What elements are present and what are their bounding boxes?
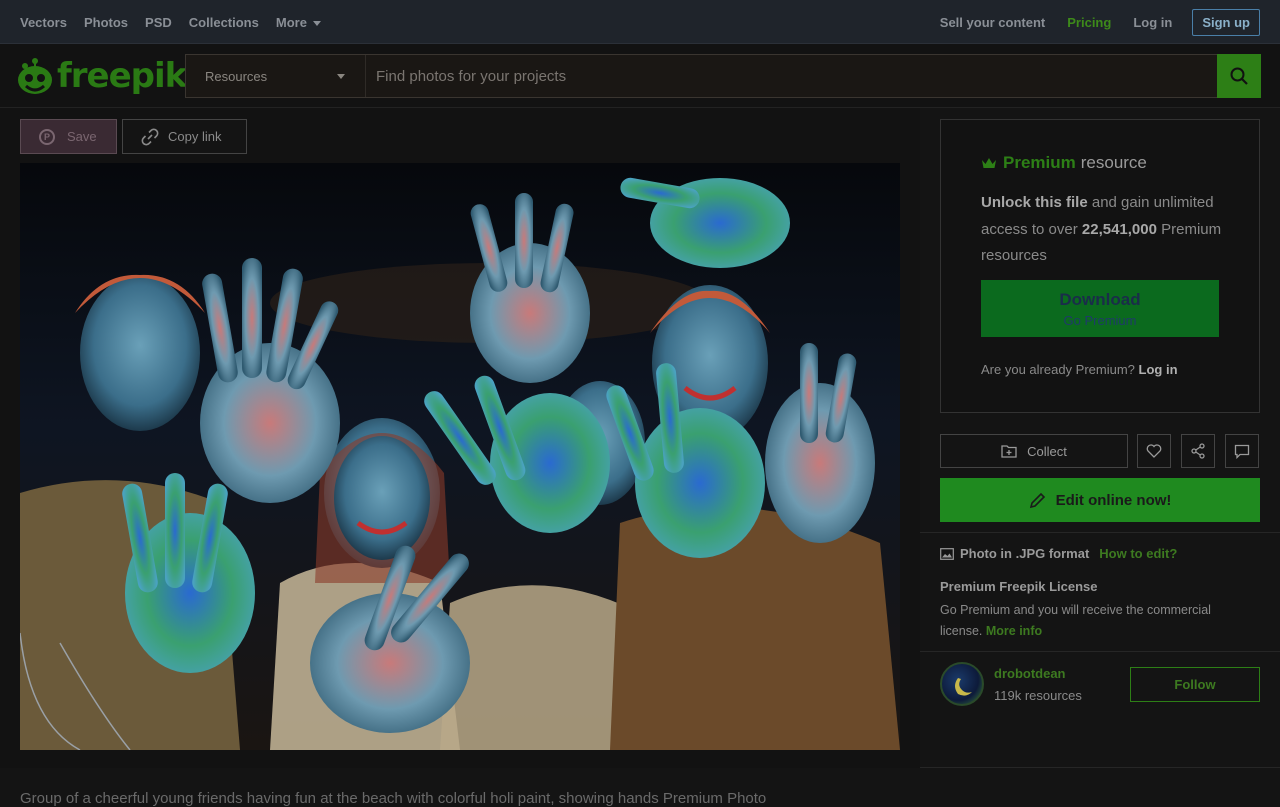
unlock-bold: Unlock this file [981, 194, 1088, 211]
top-nav-right: Sell your content Pricing Log in Sign up [918, 0, 1260, 44]
premium-count: 22,541,000 [1081, 220, 1157, 238]
edit-online-button[interactable]: Edit online now! [940, 478, 1260, 522]
login-link[interactable]: Log in [1133, 15, 1172, 30]
copy-link-button[interactable]: Copy link [122, 119, 247, 154]
freepik-logo-icon [15, 56, 55, 96]
like-button[interactable] [1137, 434, 1171, 468]
crown-icon [982, 158, 996, 168]
nav-vectors[interactable]: Vectors [20, 15, 67, 30]
share-button[interactable] [1181, 434, 1215, 468]
download-button[interactable]: Download Go Premium [981, 280, 1219, 337]
how-to-edit-link[interactable]: How to edit? [1099, 546, 1177, 561]
chevron-down-icon [337, 74, 345, 79]
unlock-text: Unlock this file and gain unlimited acce… [981, 190, 1231, 270]
freepik-logo-text: freepik [57, 56, 187, 96]
download-sublabel: Go Premium [1063, 312, 1137, 328]
already-premium-text: Are you already Premium? [981, 362, 1135, 377]
collect-button[interactable]: Collect [940, 434, 1128, 468]
author-resources: 119k resources [994, 688, 1082, 703]
heart-icon [1146, 444, 1162, 458]
nav-more-label: More [275, 14, 307, 30]
download-label: Download [1059, 289, 1141, 309]
save-label: Save [67, 129, 97, 144]
premium-title: Premium resource [981, 153, 1147, 173]
license-title: Premium Freepik License [940, 579, 1098, 594]
link-icon [141, 128, 159, 145]
search-input[interactable] [366, 55, 1217, 97]
comment-icon [1234, 444, 1250, 459]
pinterest-icon: P [39, 128, 55, 145]
license-description: Go Premium and you will receive the comm… [940, 603, 1211, 638]
nav-psd[interactable]: PSD [145, 15, 172, 30]
pinterest-save-button[interactable]: P Save [20, 119, 117, 154]
license-text: Go Premium and you will receive the comm… [940, 600, 1240, 642]
author-name[interactable]: drobotdean [994, 666, 1066, 681]
copy-link-label: Copy link [168, 129, 222, 144]
collect-label: Collect [1027, 443, 1067, 459]
format-line: Photo in .JPG format How to edit? [940, 546, 1177, 561]
nav-collections[interactable]: Collections [189, 15, 259, 30]
chevron-down-icon [312, 20, 321, 26]
format-text: Photo in .JPG format [960, 546, 1090, 561]
main-photo[interactable] [20, 163, 900, 750]
search-box: Resources [185, 54, 1261, 98]
more-info-link[interactable]: More info [986, 624, 1042, 638]
search-icon [1230, 67, 1248, 85]
sell-content-link[interactable]: Sell your content [940, 15, 1045, 30]
freepik-logo[interactable]: freepik [15, 54, 187, 98]
signup-button[interactable]: Sign up [1192, 8, 1260, 36]
avatar[interactable] [940, 662, 984, 706]
comment-button[interactable] [1225, 434, 1259, 468]
pencil-icon [1029, 492, 1045, 508]
premium-title-rest: resource [1080, 153, 1147, 172]
top-nav-left: Vectors Photos PSD Collections More [20, 0, 338, 44]
folder-plus-icon [1001, 445, 1017, 458]
premium-login-link[interactable]: Log in [1139, 362, 1178, 377]
photo-caption: Group of a cheerful young friends having… [20, 790, 767, 807]
follow-button[interactable]: Follow [1130, 667, 1260, 702]
share-icon [1191, 443, 1205, 459]
nav-more[interactable]: More [276, 15, 321, 30]
top-navbar: Vectors Photos PSD Collections More Sell… [0, 0, 1280, 44]
image-icon [940, 547, 954, 560]
premium-title-bold: Premium [1003, 153, 1076, 172]
resources-dropdown-label: Resources [205, 68, 268, 84]
nav-photos[interactable]: Photos [84, 15, 128, 30]
search-button[interactable] [1217, 54, 1261, 98]
already-premium: Are you already Premium? Log in [981, 362, 1178, 377]
edit-online-label: Edit online now! [1055, 491, 1172, 509]
pricing-link[interactable]: Pricing [1067, 15, 1111, 30]
resources-dropdown[interactable]: Resources [186, 55, 366, 97]
